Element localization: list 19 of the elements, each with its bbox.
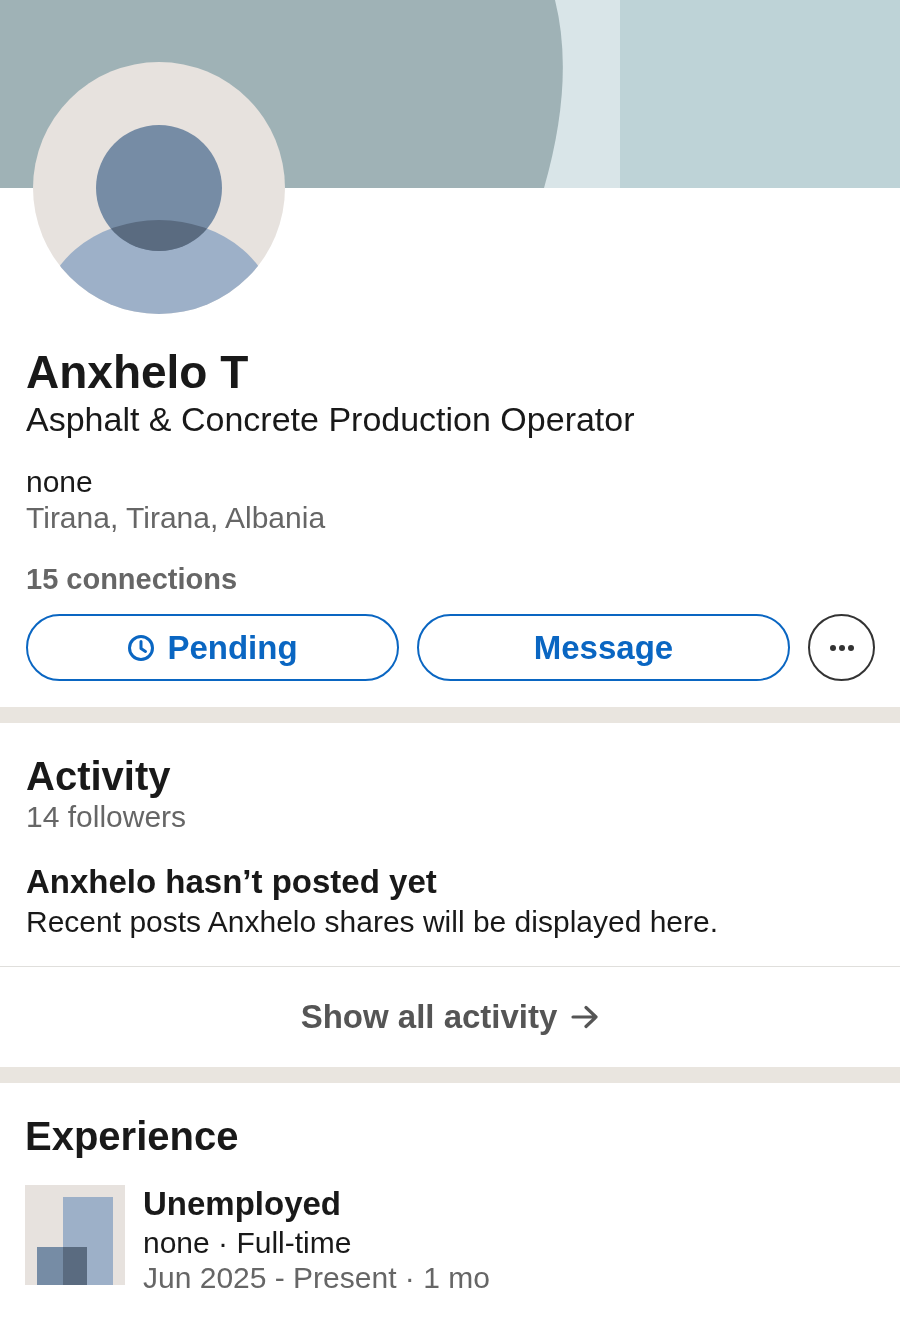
- clock-icon: [127, 633, 156, 662]
- followers-count: 14 followers: [26, 799, 187, 835]
- activity-heading: Activity: [26, 753, 171, 799]
- connections-count: 15 connections: [26, 562, 238, 596]
- job-title: Unemployed: [143, 1185, 342, 1223]
- experience-heading: Experience: [25, 1113, 239, 1159]
- pending-button[interactable]: Pending: [26, 614, 399, 681]
- job-dates: Jun 2025 - Present · 1 mo: [143, 1261, 490, 1295]
- ellipsis-icon: [829, 644, 854, 651]
- profile-company: none: [26, 464, 93, 500]
- message-button[interactable]: Message: [417, 614, 790, 681]
- empty-state-title: Anxhelo hasn’t posted yet: [26, 862, 437, 902]
- arrow-right-icon: [571, 1005, 600, 1029]
- empty-state-text: Recent posts Anxhelo shares will be displayed here.: [26, 904, 719, 940]
- company-logo-icon: [25, 1185, 125, 1285]
- profile-location: Tirana, Tirana, Albania: [26, 500, 326, 536]
- profile-name: Anxhelo T: [26, 345, 249, 400]
- job-employment: none · Full-time: [143, 1226, 352, 1260]
- profile-headline: Asphalt & Concrete Production Operator: [26, 400, 635, 438]
